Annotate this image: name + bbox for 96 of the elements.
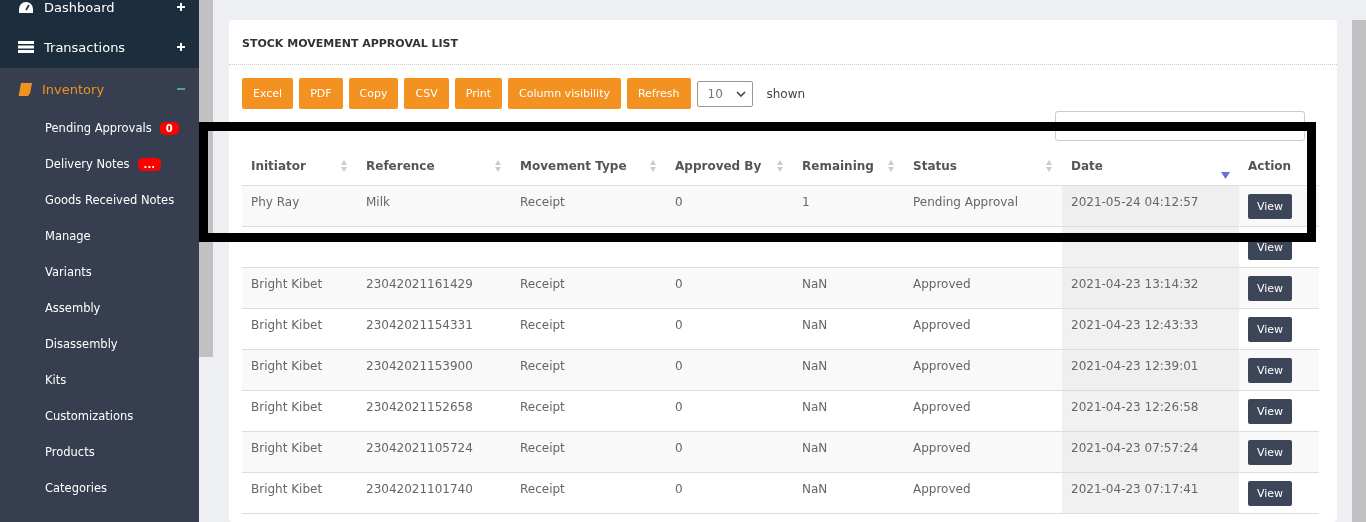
sidebar-subitem[interactable]: Variants: [45, 265, 92, 279]
table-cell: Approved: [913, 482, 971, 496]
sidebar-subitem[interactable]: Customizations: [45, 409, 134, 423]
table-cell: Milk: [366, 195, 390, 209]
table-cell: Receipt: [520, 400, 565, 414]
table-cell: 0: [675, 359, 683, 373]
table-cell: NaN: [802, 359, 828, 373]
sort-descending-icon[interactable]: [1221, 172, 1230, 179]
table-cell: Bright Kibet: [251, 318, 323, 332]
sidebar-subitem[interactable]: Delivery Notes: [45, 157, 130, 171]
table-cell: Approved: [913, 277, 971, 291]
caret-icon: [735, 90, 746, 97]
table-cell: NaN: [802, 277, 828, 291]
sort-icon[interactable]: [1045, 159, 1053, 173]
column-header[interactable]: Initiator: [251, 159, 306, 173]
card-title: STOCK MOVEMENT APPROVAL LIST: [229, 20, 1337, 65]
table-cell: 23042021153900: [366, 359, 473, 373]
sort-icon[interactable]: [649, 159, 657, 173]
view-button[interactable]: View: [1248, 194, 1293, 219]
page-size-label: shown: [766, 86, 806, 101]
gauge-icon: [18, 0, 34, 14]
table-cell: Receipt: [520, 359, 565, 373]
sort-icon[interactable]: [887, 159, 895, 173]
sidebar-item[interactable]: Dashboard: [0, 0, 199, 26]
table-cell: Pending Approval: [913, 195, 1019, 209]
table-cell: 23042021101740: [366, 482, 473, 496]
table-cell: Approved: [913, 441, 971, 455]
column-header[interactable]: Reference: [366, 159, 435, 173]
sidebar-subitem[interactable]: Goods Received Notes: [45, 193, 175, 207]
table-cell: Approved: [913, 318, 971, 332]
sidebar-subitem[interactable]: Assembly: [45, 301, 101, 315]
column-header[interactable]: Status: [913, 159, 957, 173]
table-cell: 0: [675, 195, 683, 209]
table-cell: Receipt: [520, 195, 565, 209]
table-cell: 23042021105724: [366, 441, 473, 455]
table-cell: Receipt: [520, 318, 565, 332]
table-cell: 2021-04-23 07:57:24: [1071, 441, 1199, 455]
list-icon: [18, 41, 34, 53]
expand-icon[interactable]: [177, 43, 185, 51]
column-header[interactable]: Movement Type: [520, 159, 627, 173]
table-cell: Bright Kibet: [251, 359, 323, 373]
table-cell: Receipt: [520, 482, 565, 496]
table-cell: 0: [675, 441, 683, 455]
table-cell: 23042021154331: [366, 318, 473, 332]
scrollbar-thumb[interactable]: [1352, 20, 1366, 522]
table-cell: 2021-04-23 12:39:01: [1071, 359, 1199, 373]
book-icon: [18, 82, 32, 96]
sidebar-subitem[interactable]: Pending Approvals: [45, 121, 152, 135]
table-cell: NaN: [802, 400, 828, 414]
view-button[interactable]: View: [1248, 440, 1293, 465]
table-cell: 1: [802, 195, 810, 209]
table-cell: Approved: [913, 359, 971, 373]
column-header[interactable]: Action: [1248, 159, 1292, 173]
sort-icon[interactable]: [340, 159, 348, 173]
table-cell: Bright Kibet: [251, 441, 323, 455]
sort-icon[interactable]: [494, 159, 502, 173]
view-button[interactable]: View: [1248, 399, 1293, 424]
expand-icon[interactable]: [177, 3, 185, 11]
table-cell: NaN: [802, 482, 828, 496]
table-cell: Bright Kibet: [251, 277, 323, 291]
table-cell: 2021-04-23 12:43:33: [1071, 318, 1199, 332]
sidebar-item[interactable]: Transactions: [0, 26, 199, 68]
sidebar-subitem[interactable]: Kits: [45, 373, 67, 387]
table-cell: Bright Kibet: [251, 482, 323, 496]
column-header[interactable]: Date: [1071, 159, 1103, 173]
table-cell: 2021-04-23 13:14:32: [1071, 277, 1199, 291]
table-cell: Approved: [913, 400, 971, 414]
table-cell: Bright Kibet: [251, 400, 323, 414]
table-cell: 2021-04-23 12:26:58: [1071, 400, 1199, 414]
table-cell: Receipt: [520, 441, 565, 455]
column-header[interactable]: Remaining: [802, 159, 874, 173]
table-cell: 23042021161429: [366, 277, 473, 291]
sidebar-subitem[interactable]: Categories: [45, 481, 107, 495]
table-cell: 0: [675, 277, 683, 291]
table-cell: Receipt: [520, 277, 565, 291]
table-cell: 2021-04-23 07:17:41: [1071, 482, 1199, 496]
table-cell: NaN: [802, 441, 828, 455]
table-cell: 0: [675, 318, 683, 332]
count-badge: 0: [159, 121, 179, 135]
view-button[interactable]: View: [1248, 276, 1293, 301]
view-button[interactable]: View: [1248, 358, 1293, 383]
column-header[interactable]: Approved By: [675, 159, 762, 173]
page-size-select[interactable]: 10: [696, 80, 753, 107]
table-cell: Phy Ray: [251, 195, 300, 209]
sidebar-subitem[interactable]: Manage: [45, 229, 91, 243]
sidebar-subitem[interactable]: Disassembly: [45, 337, 118, 351]
sort-icon[interactable]: [776, 159, 784, 173]
table-cell: NaN: [802, 318, 828, 332]
count-badge: ...: [137, 157, 161, 171]
view-button[interactable]: View: [1248, 317, 1293, 342]
table-cell: 2021-05-24 04:12:57: [1071, 195, 1199, 209]
view-button[interactable]: View: [1248, 481, 1293, 506]
table-cell: 0: [675, 400, 683, 414]
sidebar-subitem[interactable]: Products: [45, 445, 95, 459]
table-cell: 0: [675, 482, 683, 496]
table-cell: 23042021152658: [366, 400, 473, 414]
